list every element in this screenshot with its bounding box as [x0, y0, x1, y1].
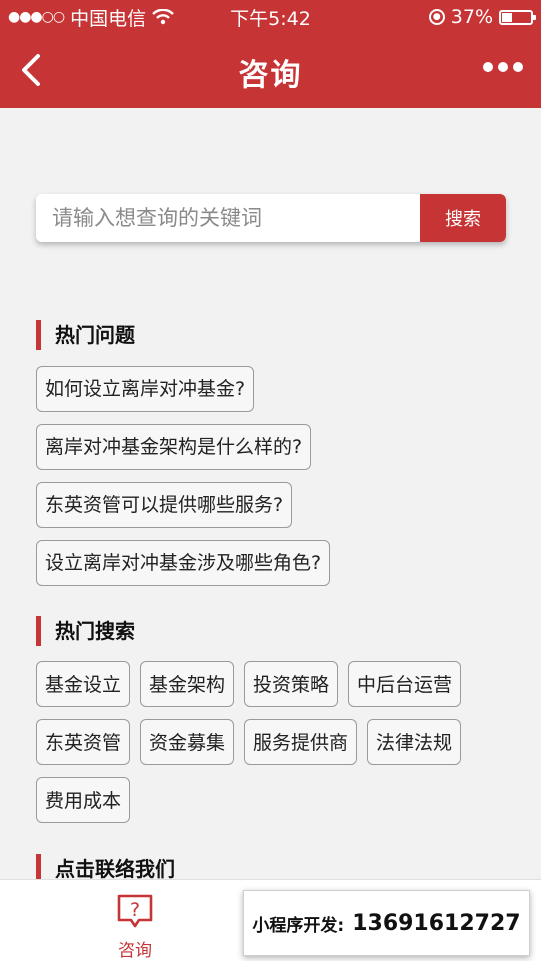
battery-percent: 37%: [450, 6, 493, 28]
tab-consult[interactable]: ? 咨询: [100, 892, 170, 961]
search-box: 搜索: [36, 194, 506, 242]
search-tag[interactable]: 资金募集: [140, 719, 235, 765]
battery-level: [502, 12, 512, 22]
search-tag[interactable]: 费用成本: [36, 777, 131, 823]
rotation-lock-icon: ●: [428, 9, 445, 25]
carrier-name: 中国电信: [70, 7, 147, 30]
search-input[interactable]: [36, 194, 420, 242]
question-item[interactable]: 设立离岸对冲基金涉及哪些角色?: [36, 540, 331, 586]
question-bubble-icon: ?: [117, 894, 153, 928]
search-tag[interactable]: 中后台运营: [348, 661, 462, 707]
question-item[interactable]: 东英资管可以提供哪些服务?: [36, 482, 293, 528]
search-tag[interactable]: 东英资管: [36, 719, 131, 765]
battery-icon: [499, 9, 536, 25]
nav-bar: 咨询: [0, 34, 541, 108]
hot-searches-tags: 基金设立 基金架构 投资策略 中后台运营 东英资管 资金募集 服务提供商 法律法…: [36, 661, 506, 823]
status-bar: ●●●○○ 中国电信 下午5:42 ● 37%: [0, 0, 541, 34]
search-tag[interactable]: 基金设立: [36, 661, 131, 707]
promo-phone: 13691612727: [352, 910, 521, 936]
promo-label: 小程序开发:: [252, 915, 345, 936]
search-tag[interactable]: 服务提供商: [244, 719, 358, 765]
tab-consult-label: 咨询: [118, 941, 152, 961]
search-button[interactable]: 搜索: [420, 194, 506, 242]
svg-text:?: ?: [130, 899, 140, 921]
question-item[interactable]: 离岸对冲基金架构是什么样的?: [36, 424, 312, 470]
promo-banner: 小程序开发: 13691612727: [243, 890, 530, 956]
hot-searches-title: 热门搜索: [36, 616, 135, 646]
page-title: 咨询: [238, 58, 303, 93]
more-options-icon[interactable]: [483, 62, 523, 72]
search-tag[interactable]: 投资策略: [244, 661, 339, 707]
hot-questions-title: 热门问题: [36, 320, 135, 350]
hot-questions-list: 如何设立离岸对冲基金? 离岸对冲基金架构是什么样的? 东英资管可以提供哪些服务?…: [36, 366, 331, 598]
wifi-icon: [152, 9, 174, 25]
search-tag[interactable]: 法律法规: [367, 719, 462, 765]
question-item[interactable]: 如何设立离岸对冲基金?: [36, 366, 255, 412]
search-tag[interactable]: 基金架构: [140, 661, 235, 707]
signal-strength-icon: ●●●○○: [8, 9, 65, 25]
